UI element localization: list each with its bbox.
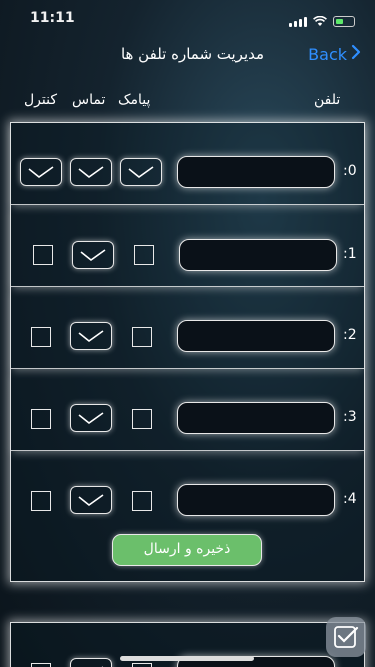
- phone-input[interactable]: [177, 320, 335, 352]
- check-icon: [128, 166, 154, 179]
- column-headers: کنترل تماس پیامک تلفن: [0, 92, 375, 112]
- sms-checkbox[interactable]: [132, 327, 152, 347]
- signal-icon: [289, 16, 307, 27]
- call-checkbox[interactable]: [70, 404, 112, 432]
- call-checkbox[interactable]: [70, 158, 112, 186]
- phone-input[interactable]: [177, 484, 335, 516]
- column-call: تماس: [72, 92, 106, 108]
- control-checkbox[interactable]: [31, 327, 51, 347]
- phone-row: :0: [11, 123, 364, 205]
- phone-input[interactable]: [177, 156, 335, 188]
- home-indicator[interactable]: [120, 656, 254, 661]
- row-label: :3: [343, 409, 357, 425]
- phone-row: :1: [11, 205, 364, 287]
- phone-input[interactable]: [177, 402, 335, 434]
- sms-checkbox[interactable]: [132, 491, 152, 511]
- back-button[interactable]: Back: [308, 44, 361, 64]
- control-checkbox[interactable]: [31, 663, 51, 667]
- save-and-send-button[interactable]: ذخیره و ارسال: [112, 534, 262, 566]
- app-badge[interactable]: [326, 617, 366, 657]
- nav-bar: مدیریت شماره تلفن ها Back: [0, 36, 375, 72]
- call-checkbox[interactable]: [70, 486, 112, 514]
- phone-row: :2: [11, 287, 364, 369]
- checkmark-badge-icon: [334, 626, 359, 648]
- sms-checkbox[interactable]: [132, 663, 152, 667]
- battery-icon: [333, 16, 355, 27]
- row-label: :4: [343, 491, 357, 507]
- check-icon: [78, 166, 104, 179]
- phone-input[interactable]: [179, 239, 337, 271]
- control-checkbox[interactable]: [20, 158, 62, 186]
- sms-checkbox[interactable]: [132, 409, 152, 429]
- phone-row: :3: [11, 369, 364, 451]
- column-sms: پیامک: [118, 92, 151, 108]
- check-icon: [78, 494, 104, 507]
- call-checkbox[interactable]: [70, 658, 112, 667]
- call-checkbox[interactable]: [72, 241, 114, 269]
- row-label: :0: [343, 163, 357, 179]
- call-checkbox[interactable]: [70, 322, 112, 350]
- control-checkbox[interactable]: [31, 491, 51, 511]
- phone-list-panel: :0 :1 :2 :3 :4: [10, 122, 365, 582]
- row-label: :1: [343, 246, 357, 262]
- check-icon: [78, 330, 104, 343]
- check-icon: [78, 412, 104, 425]
- control-checkbox[interactable]: [33, 245, 53, 265]
- chevron-right-icon: [351, 44, 361, 64]
- status-time: 11:11: [30, 10, 75, 26]
- control-checkbox[interactable]: [31, 409, 51, 429]
- column-phone: تلفن: [314, 92, 341, 108]
- wifi-icon: [313, 12, 327, 31]
- status-bar: 11:11: [0, 0, 375, 36]
- sms-checkbox[interactable]: [120, 158, 162, 186]
- check-icon: [80, 249, 106, 262]
- row-label: :2: [343, 327, 357, 343]
- back-label: Back: [308, 44, 347, 64]
- status-icons: [289, 12, 355, 31]
- sms-checkbox[interactable]: [134, 245, 154, 265]
- column-control: کنترل: [24, 92, 58, 108]
- check-icon: [28, 166, 54, 179]
